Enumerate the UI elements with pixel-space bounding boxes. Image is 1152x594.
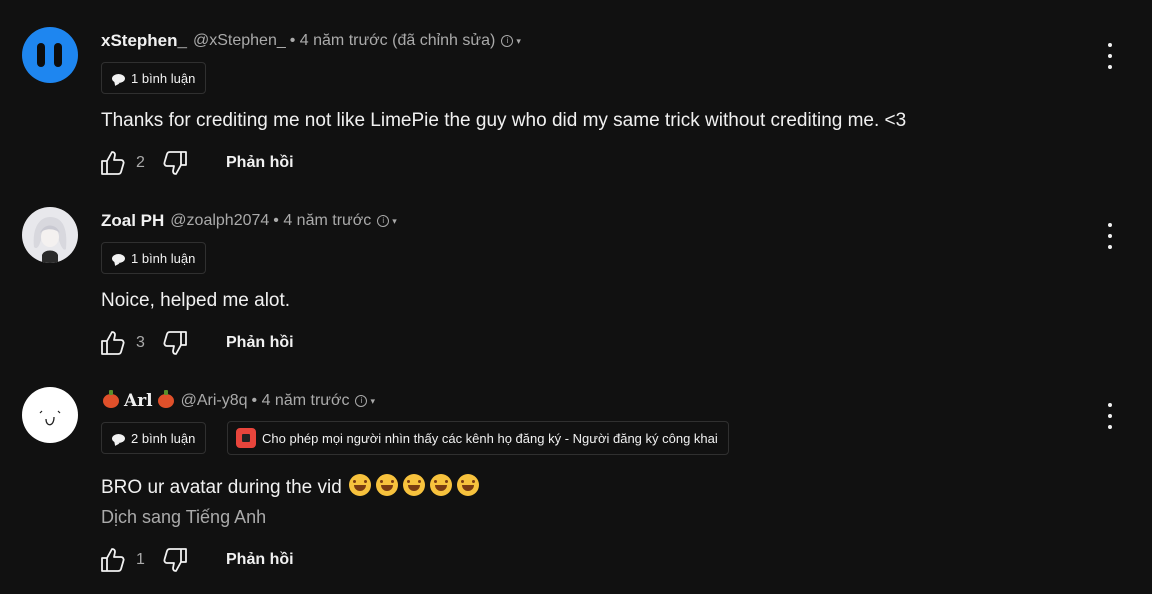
laughing-crying-emoji-icon <box>456 474 479 496</box>
reply-button[interactable]: Phản hồi <box>226 334 294 352</box>
avatar[interactable] <box>22 387 78 443</box>
laughing-crying-emoji-icon <box>429 474 452 496</box>
like-icon[interactable] <box>98 545 128 575</box>
more-options-icon[interactable] <box>1104 223 1116 249</box>
like-count: 1 <box>136 551 145 568</box>
reply-button[interactable]: Phản hồi <box>226 154 294 172</box>
comment-bubble-icon <box>112 73 125 83</box>
comment-text-body: BRO ur avatar during the vid <box>101 477 342 498</box>
author-name[interactable]: Arl <box>124 391 153 411</box>
info-icon[interactable]: i <box>377 215 390 227</box>
timestamp[interactable]: • 4 năm trước <box>252 392 350 410</box>
laughing-crying-emoji-icon <box>402 474 425 496</box>
timestamp[interactable]: • 4 năm trước <box>273 212 371 230</box>
pumpkin-icon <box>103 390 119 408</box>
caret-down-icon[interactable]: ▾ <box>392 216 397 227</box>
comment-text: BRO ur avatar during the vid <box>101 474 479 499</box>
comment-bubble-icon <box>112 433 125 443</box>
more-options-icon[interactable] <box>1104 403 1116 429</box>
like-icon[interactable] <box>98 328 128 358</box>
like-count: 2 <box>136 154 145 171</box>
timestamp[interactable]: • 4 năm trước (đã chỉnh sửa) <box>290 32 496 50</box>
reply-count-label: 2 bình luận <box>131 430 196 446</box>
youtube-subscriptions-icon <box>236 428 256 448</box>
pumpkin-icon <box>157 390 174 408</box>
comment-actions: 2 Phản hồi <box>98 148 294 178</box>
comment-text: Thanks for crediting me not like LimePie… <box>101 110 907 131</box>
translate-button[interactable]: Dịch sang Tiếng Anh <box>101 507 266 528</box>
avatar[interactable] <box>22 207 78 263</box>
author-handle[interactable]: @xStephen_ <box>193 32 286 50</box>
info-icon[interactable]: i <box>355 395 368 407</box>
author-name[interactable]: Zoal PH <box>101 211 164 231</box>
caret-down-icon[interactable]: ▾ <box>370 396 375 407</box>
dislike-icon[interactable] <box>160 148 190 178</box>
more-options-icon[interactable] <box>1104 43 1116 69</box>
comment-bubble-icon <box>112 253 125 263</box>
laughing-crying-emoji-icon <box>375 474 398 496</box>
comment-actions: 1 Phản hồi <box>98 545 294 575</box>
author-handle[interactable]: @zoalph2074 <box>170 212 269 230</box>
public-subscriptions-label: Cho phép mọi người nhìn thấy các kênh họ… <box>262 430 718 446</box>
laughing-crying-emoji-icon <box>348 474 371 496</box>
comment-actions: 3 Phản hồi <box>98 328 294 358</box>
comment-text: Noice, helped me alot. <box>101 290 291 311</box>
reply-count-badge[interactable]: 2 bình luận <box>101 422 207 454</box>
author-name[interactable]: xStephen_ <box>101 31 187 51</box>
author-handle[interactable]: @Ari-y8q <box>181 392 248 410</box>
reply-count-label: 1 bình luận <box>131 70 196 86</box>
avatar[interactable] <box>22 27 78 83</box>
reply-count-badge[interactable]: 1 bình luận <box>101 62 207 94</box>
like-count: 3 <box>136 334 145 351</box>
reply-count-label: 1 bình luận <box>131 250 196 266</box>
reply-button[interactable]: Phản hồi <box>226 551 294 569</box>
public-subscriptions-badge[interactable]: Cho phép mọi người nhìn thấy các kênh họ… <box>227 421 729 455</box>
caret-down-icon[interactable]: ▾ <box>516 36 521 47</box>
dislike-icon[interactable] <box>160 328 190 358</box>
reply-count-badge[interactable]: 1 bình luận <box>101 242 207 274</box>
dislike-icon[interactable] <box>160 545 190 575</box>
like-icon[interactable] <box>98 148 128 178</box>
info-icon[interactable]: i <box>501 35 514 47</box>
